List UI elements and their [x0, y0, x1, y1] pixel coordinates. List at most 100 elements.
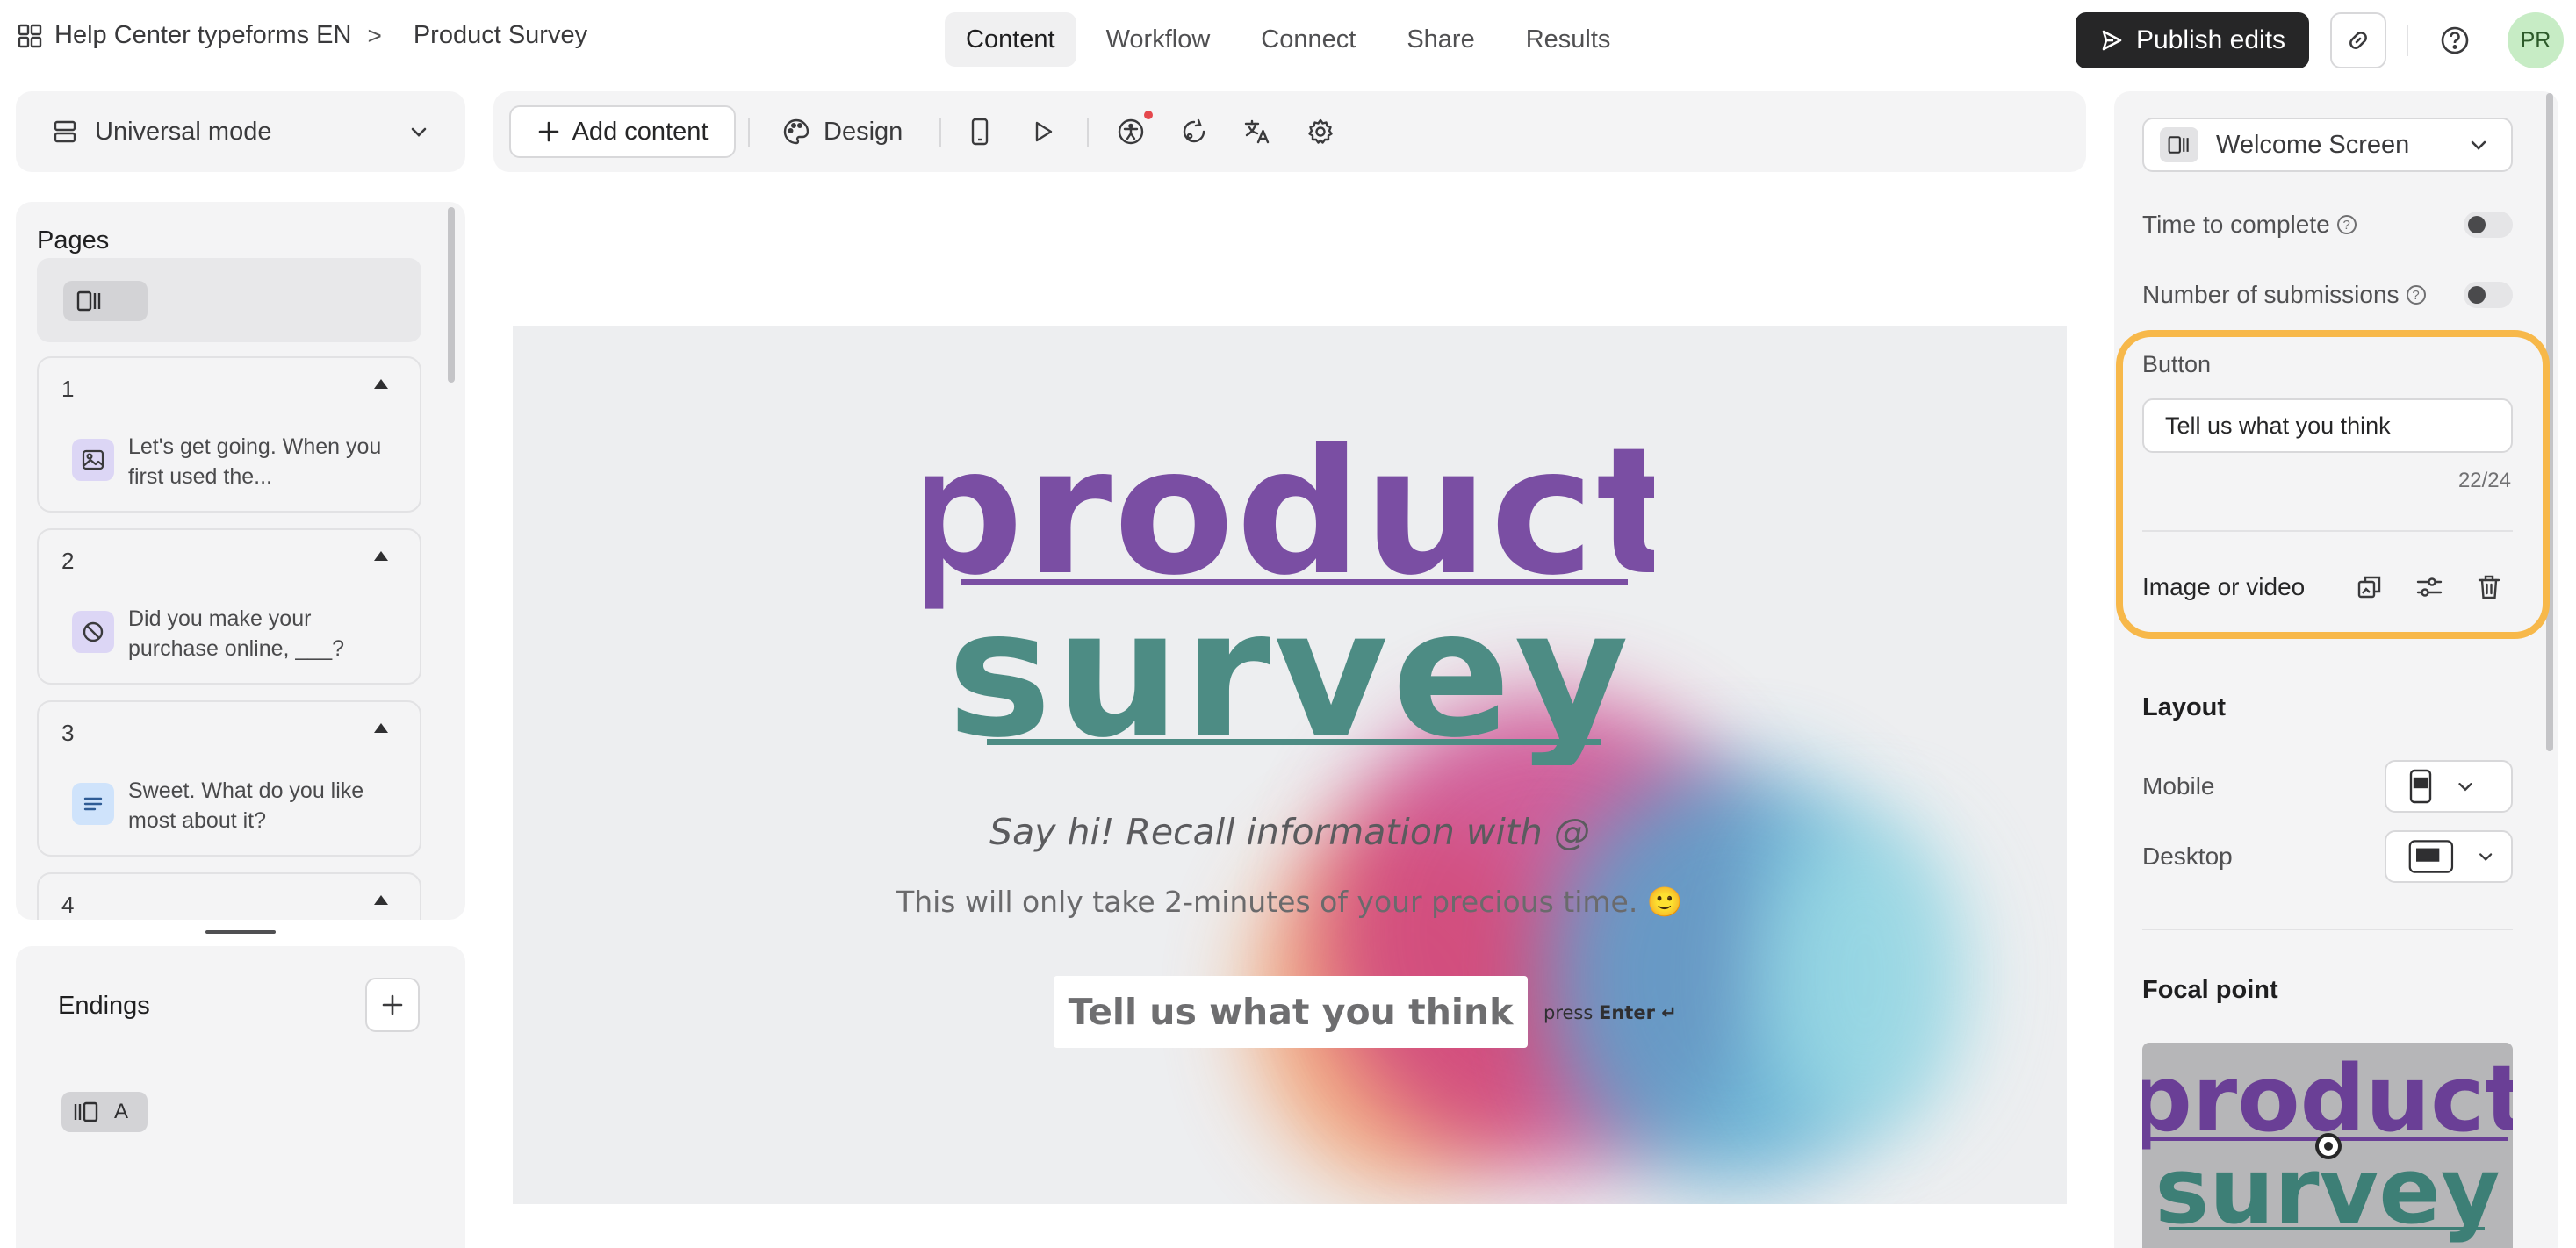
focal-point-image[interactable]: product survey: [2142, 1043, 2513, 1248]
tab-workflow[interactable]: Workflow: [1085, 12, 1232, 67]
layers-icon: [54, 120, 76, 143]
publish-label: Publish edits: [2135, 25, 2286, 54]
start-button[interactable]: Tell us what you think: [1054, 976, 1528, 1048]
mobile-layout-select[interactable]: [2385, 760, 2513, 813]
tab-share[interactable]: Share: [1385, 12, 1495, 67]
toolbar-divider: [1087, 118, 1089, 147]
resize-handle[interactable]: [205, 930, 276, 934]
block-icon: [72, 611, 114, 653]
pages-scrollbar[interactable]: [448, 207, 455, 383]
welcome-screen-icon: [76, 290, 101, 312]
desktop-layout-select[interactable]: [2385, 830, 2513, 883]
pages-panel: Pages 1 Let's get going. When you first …: [16, 202, 465, 920]
chevron-down-icon: [2458, 783, 2472, 792]
button-section-highlight: [2116, 330, 2550, 639]
toolbar-divider: [748, 118, 750, 147]
tab-content[interactable]: Content: [945, 12, 1076, 67]
help-circle-icon[interactable]: ?: [2406, 285, 2426, 305]
chevron-down-icon: [2471, 140, 2486, 150]
welcome-chip: [63, 281, 148, 321]
logic-icon[interactable]: [1176, 114, 1212, 149]
page-card-2[interactable]: 2 Did you make your purchase online, ___…: [37, 528, 421, 685]
copy-link-button[interactable]: [2330, 12, 2386, 68]
workspace-link[interactable]: Help Center typeforms EN: [54, 21, 351, 50]
collapse-caret-icon[interactable]: [374, 379, 388, 389]
universal-mode-select[interactable]: Universal mode: [16, 91, 465, 172]
focal-point-title: Focal point: [2142, 976, 2278, 1004]
breadcrumb-separator: >: [367, 21, 382, 49]
page-card-4[interactable]: 4: [37, 872, 421, 920]
chevron-down-icon: [2479, 853, 2492, 861]
welcome-title[interactable]: Say hi! Recall information with @: [513, 811, 2067, 853]
page-number: 3: [61, 720, 75, 746]
press-enter-hint: press Enter ↵: [1543, 1002, 1677, 1023]
number-of-submissions-toggle[interactable]: [2464, 282, 2513, 308]
lines-icon: [72, 783, 114, 825]
collapse-caret-icon[interactable]: [374, 895, 388, 905]
enter-key-text: Enter ↵: [1599, 1002, 1677, 1023]
main-nav: Content Workflow Connect Share Results: [945, 12, 1631, 67]
tab-connect[interactable]: Connect: [1240, 12, 1377, 67]
time-to-complete-toggle[interactable]: [2464, 212, 2513, 238]
settings-gear-icon[interactable]: [1303, 114, 1338, 149]
logo-thumbnail: product survey: [2142, 1045, 2513, 1244]
endings-title: Endings: [58, 992, 150, 1020]
number-of-submissions-label: Number of submissions: [2142, 281, 2400, 308]
page-card-3[interactable]: 3 Sweet. What do you like most about it?: [37, 700, 421, 857]
form-title[interactable]: Product Survey: [414, 21, 587, 50]
time-to-complete-row: Time to complete ?: [2142, 211, 2513, 239]
time-to-complete-label: Time to complete: [2142, 211, 2330, 238]
desktop-layout-icon: [2408, 840, 2454, 873]
page-text: Did you make your purchase online, ___?: [128, 606, 345, 661]
pages-title: Pages: [37, 226, 110, 255]
mode-label: Universal mode: [95, 117, 272, 146]
page-card-1[interactable]: 1 Let's get going. When you first used t…: [37, 356, 421, 513]
ending-screen-icon: [74, 1101, 98, 1122]
mobile-preview-icon[interactable]: [962, 114, 997, 149]
palette-icon: [783, 118, 809, 145]
ending-item-a[interactable]: A: [61, 1092, 148, 1132]
play-preview-icon[interactable]: [1025, 114, 1061, 149]
add-content-button[interactable]: Add content: [509, 105, 736, 158]
endings-panel: Endings A: [16, 946, 465, 1248]
publish-edits-button[interactable]: Publish edits: [2076, 12, 2309, 68]
apps-grid-icon[interactable]: [16, 22, 44, 50]
screen-type-select[interactable]: Welcome Screen: [2142, 118, 2513, 172]
collapse-caret-icon[interactable]: [374, 723, 388, 733]
welcome-screen-icon: [2160, 127, 2198, 162]
tab-results[interactable]: Results: [1505, 12, 1632, 67]
page-number: 4: [61, 892, 75, 918]
screen-type-label: Welcome Screen: [2216, 130, 2410, 159]
page-text: Sweet. What do you like most about it?: [128, 778, 364, 833]
welcome-screen-item[interactable]: [37, 258, 421, 342]
help-circle-icon[interactable]: ?: [2336, 215, 2357, 234]
desktop-label: Desktop: [2142, 843, 2233, 870]
chevron-down-icon: [411, 127, 427, 137]
translate-icon[interactable]: [1240, 114, 1275, 149]
welcome-screen-preview[interactable]: product survey Say hi! Recall informatio…: [513, 326, 2067, 1204]
plus-icon: [382, 994, 403, 1015]
plus-icon: [538, 121, 558, 142]
logo-line-survey: survey: [947, 572, 1632, 765]
page-text: Let's get going. When you first used the…: [128, 434, 382, 489]
user-avatar[interactable]: PR: [2508, 12, 2564, 68]
page-number: 2: [61, 548, 75, 574]
page-number: 1: [61, 376, 75, 402]
welcome-description[interactable]: This will only take 2-minutes of your pr…: [513, 885, 2067, 920]
image-icon: [72, 439, 114, 481]
mobile-layout-row: Mobile: [2142, 760, 2513, 813]
settings-panel: Welcome Screen Time to complete ? Number…: [2114, 91, 2558, 1248]
desktop-layout-row: Desktop: [2142, 830, 2513, 883]
number-of-submissions-row: Number of submissions ?: [2142, 281, 2513, 309]
product-survey-logo: product survey: [925, 441, 1654, 765]
help-icon[interactable]: [2437, 23, 2472, 58]
add-content-label: Add content: [572, 117, 709, 146]
breadcrumb: Help Center typeforms EN > Product Surve…: [16, 21, 587, 50]
accessibility-icon[interactable]: [1113, 114, 1148, 149]
collapse-caret-icon[interactable]: [374, 551, 388, 561]
add-ending-button[interactable]: [365, 978, 420, 1032]
send-icon: [2102, 30, 2122, 51]
design-button[interactable]: Design: [781, 105, 903, 158]
design-label: Design: [824, 117, 903, 146]
top-bar: Help Center typeforms EN > Product Surve…: [0, 0, 2576, 81]
